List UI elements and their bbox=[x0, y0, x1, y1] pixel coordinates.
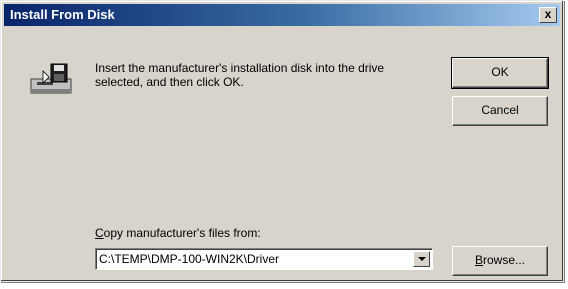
instruction-text: Insert the manufacturer's installation d… bbox=[95, 61, 385, 89]
close-icon: x bbox=[544, 7, 552, 21]
browse-label: rowse... bbox=[483, 253, 526, 267]
title-bar[interactable]: Install From Disk x bbox=[4, 4, 560, 26]
copy-from-label: Copy manufacturer's files from: bbox=[95, 226, 261, 240]
install-from-disk-dialog: Install From Disk x Insert the manufactu… bbox=[0, 0, 564, 282]
copy-from-path-value[interactable]: C:\TEMP\DMP-100-WIN2K\Driver bbox=[99, 252, 410, 266]
cancel-button[interactable]: Cancel bbox=[452, 96, 548, 126]
chevron-down-icon[interactable] bbox=[413, 251, 430, 267]
browse-button[interactable]: Browse... bbox=[452, 246, 548, 276]
ok-button[interactable]: OK bbox=[451, 57, 549, 89]
copy-from-combobox[interactable]: C:\TEMP\DMP-100-WIN2K\Driver bbox=[95, 248, 433, 270]
floppy-disk-drive-icon bbox=[30, 63, 72, 94]
copy-from-label-accesskey: C bbox=[95, 226, 104, 240]
copy-from-label-text: opy manufacturer's files from: bbox=[103, 226, 261, 240]
window-title: Install From Disk bbox=[10, 7, 115, 22]
browse-accesskey: B bbox=[474, 253, 483, 267]
close-button[interactable]: x bbox=[539, 7, 557, 23]
